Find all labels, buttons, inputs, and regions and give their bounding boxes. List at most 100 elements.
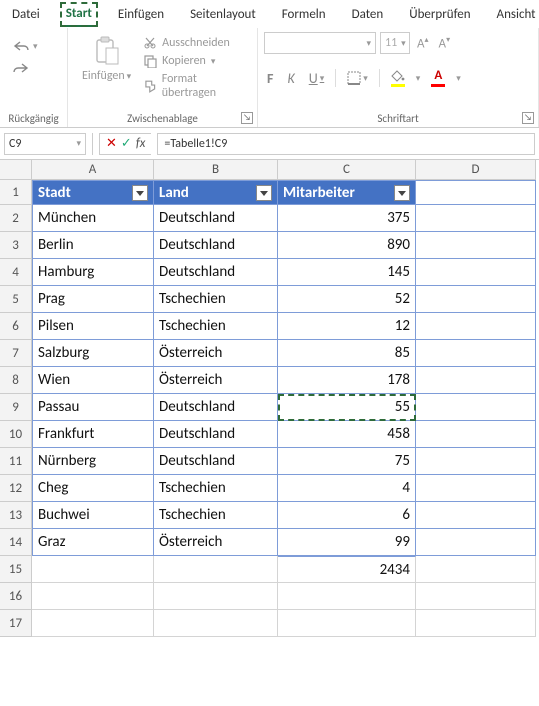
cell[interactable]: Tschechien [154,475,278,502]
font-color-button[interactable]: A [428,68,448,88]
cell[interactable]: Deutschland [154,421,278,448]
cell[interactable] [154,610,278,637]
filter-button[interactable] [132,185,148,201]
cell[interactable]: Österreich [154,367,278,394]
chevron-down-icon[interactable]: ▾ [456,73,461,84]
cell[interactable]: 2434 [278,556,416,583]
fill-color-button[interactable] [388,69,408,88]
cell[interactable]: Prag [32,286,154,313]
row-header[interactable]: 10 [0,421,32,448]
copy-button[interactable]: Kopieren ▾ [143,54,251,68]
filter-button[interactable] [256,185,272,201]
format-painter-button[interactable]: Format übertragen [143,72,251,100]
underline-button[interactable]: U▾ [306,69,328,88]
cell[interactable] [416,313,536,340]
font-launcher[interactable]: ↘ [522,112,534,124]
cell[interactable]: Tschechien [154,286,278,313]
cell[interactable] [416,340,536,367]
cell[interactable] [416,583,536,610]
cell[interactable] [416,232,536,259]
cell[interactable] [32,610,154,637]
row-header[interactable]: 9 [0,394,32,421]
clipboard-launcher[interactable]: ↘ [241,112,253,124]
row-header[interactable]: 1 [0,180,32,205]
cell[interactable] [416,259,536,286]
filter-button[interactable] [394,185,410,201]
cell[interactable]: Mitarbeiter [278,180,416,205]
cell[interactable]: 12 [278,313,416,340]
cell[interactable]: Hamburg [32,259,154,286]
cell[interactable]: 4 [278,475,416,502]
borders-button[interactable]: ▾ [344,70,371,86]
cell[interactable]: Buchwei [32,502,154,529]
bold-button[interactable]: F [264,69,276,88]
cell[interactable] [32,583,154,610]
row-header[interactable]: 7 [0,340,32,367]
formula-enter-button[interactable]: ✓ [121,136,132,151]
row-header[interactable]: 6 [0,313,32,340]
cell[interactable] [416,286,536,313]
cell[interactable] [416,394,536,421]
decrease-font-button[interactable]: A▾ [436,35,454,51]
cell[interactable]: Stadt [32,180,154,205]
row-header[interactable]: 11 [0,448,32,475]
cell[interactable] [416,556,536,583]
cell[interactable] [416,421,536,448]
col-header-c[interactable]: C [278,160,416,180]
cell[interactable]: 6 [278,502,416,529]
font-name-select[interactable]: ▾ [264,32,376,54]
cell[interactable]: Tschechien [154,313,278,340]
cell[interactable]: 458 [278,421,416,448]
cell[interactable] [416,367,536,394]
cell[interactable]: 85 [278,340,416,367]
italic-button[interactable]: K [284,69,297,88]
cell[interactable] [278,583,416,610]
cell[interactable]: 145 [278,259,416,286]
tab-ueberpruefen[interactable]: Überprüfen [403,3,476,26]
col-header-a[interactable]: A [32,160,154,180]
cell[interactable] [154,556,278,583]
cell[interactable]: München [32,205,154,232]
cell[interactable]: Deutschland [154,394,278,421]
cell[interactable] [416,448,536,475]
cell[interactable]: Tschechien [154,502,278,529]
tab-daten[interactable]: Daten [346,3,390,26]
row-header[interactable]: 13 [0,502,32,529]
cell[interactable] [416,205,536,232]
cell[interactable] [416,610,536,637]
cell[interactable]: 75 [278,448,416,475]
row-header[interactable]: 12 [0,475,32,502]
name-box[interactable]: C9 ▾ [4,133,86,155]
tab-ansicht[interactable]: Ansicht [491,3,539,26]
cell[interactable] [416,180,536,205]
cell[interactable]: 178 [278,367,416,394]
cell[interactable] [416,502,536,529]
cell[interactable]: Deutschland [154,259,278,286]
cell[interactable]: Wien [32,367,154,394]
formula-input[interactable]: =Tabelle1!C9 [157,133,535,155]
cell[interactable]: Deutschland [154,232,278,259]
row-header[interactable]: 5 [0,286,32,313]
cut-button[interactable]: Ausschneiden [143,36,251,50]
row-header[interactable]: 4 [0,259,32,286]
cell[interactable] [416,529,536,556]
cell[interactable]: 55 [278,394,416,421]
cell[interactable] [32,556,154,583]
col-header-d[interactable]: D [416,160,536,180]
tab-start[interactable]: Start [60,2,98,27]
cell[interactable]: Cheg [32,475,154,502]
undo-button[interactable]: ▾ [8,36,42,56]
cell[interactable]: Land [154,180,278,205]
row-header[interactable]: 2 [0,205,32,232]
row-header[interactable]: 16 [0,583,32,610]
row-header[interactable]: 15 [0,556,32,583]
cell[interactable]: Passau [32,394,154,421]
cell[interactable]: 890 [278,232,416,259]
increase-font-button[interactable]: A▴ [414,35,432,51]
cell[interactable]: Österreich [154,529,278,556]
row-header[interactable]: 17 [0,610,32,637]
cell[interactable] [154,583,278,610]
redo-button[interactable] [8,58,42,78]
formula-cancel-button[interactable]: ✕ [106,136,117,151]
cell[interactable]: Österreich [154,340,278,367]
